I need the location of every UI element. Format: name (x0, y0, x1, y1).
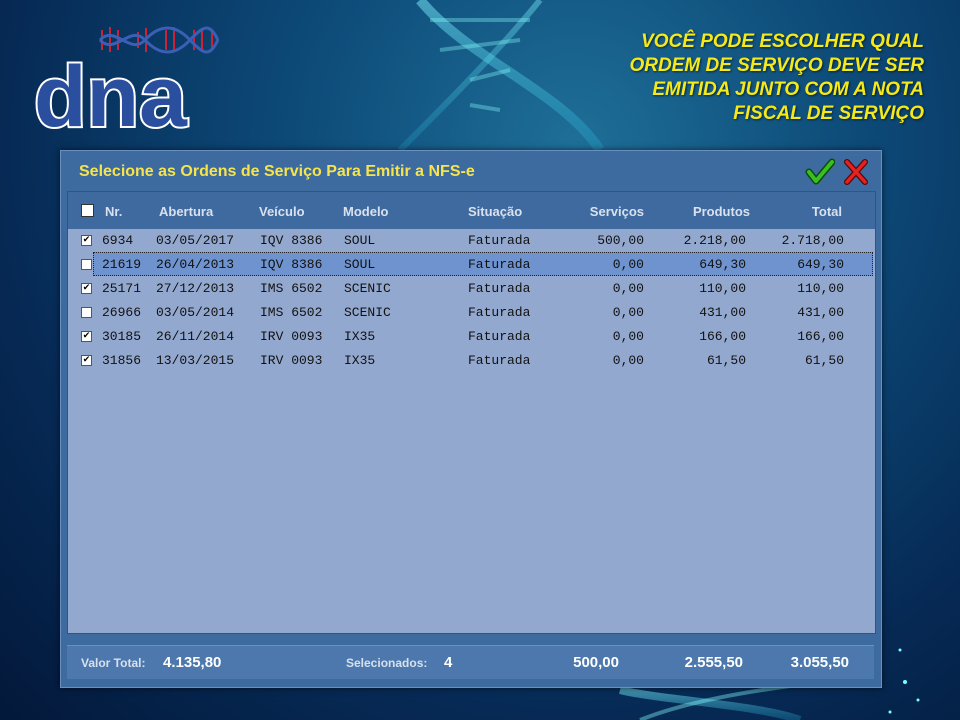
col-header-servicos[interactable]: Serviços (568, 204, 644, 219)
service-orders-grid: Nr. Abertura Veículo Modelo Situação Ser… (67, 191, 876, 634)
close-icon (844, 159, 868, 185)
selecionados-label: Selecionados: (346, 656, 428, 670)
cell-abertura: 13/03/2015 (156, 353, 235, 368)
cell-total: 431,00 (797, 305, 844, 320)
col-header-situacao[interactable]: Situação (468, 204, 522, 219)
cell-nr: 25171 (102, 281, 142, 296)
cell-total: 166,00 (797, 329, 844, 344)
grid-header: Nr. Abertura Veículo Modelo Situação Ser… (68, 192, 875, 229)
col-header-total[interactable]: Total (768, 204, 842, 219)
col-header-modelo[interactable]: Modelo (343, 204, 389, 219)
cell-abertura: 27/12/2013 (156, 281, 235, 296)
checkmark-icon (805, 158, 836, 185)
row-checkbox[interactable]: ✔ (81, 355, 92, 366)
col-header-nr[interactable]: Nr. (105, 204, 122, 219)
table-row[interactable]: ✔ 6934 03/05/2017 IQV 8386 SOUL Faturada 500,0… (68, 228, 875, 252)
col-header-veiculo[interactable]: Veículo (259, 204, 305, 219)
table-row[interactable]: ✔ 30185 26/11/2014 IRV 0093 IX35 Faturada 0,00… (68, 324, 875, 348)
cell-servicos: 0,00 (612, 257, 644, 272)
cell-produtos: 110,00 (699, 281, 746, 296)
cell-servicos: 500,00 (597, 233, 644, 248)
row-checkbox[interactable]: ✔ (81, 235, 92, 246)
table-row[interactable]: ✔ 25171 27/12/2013 IMS 6502 SCENIC Faturada 0,… (68, 276, 875, 300)
totals-footer: Valor Total: 4.135,80 Selecionados: 4 50… (67, 645, 874, 679)
cell-situacao: Faturada (468, 281, 531, 296)
cell-situacao: Faturada (468, 305, 531, 320)
cell-produtos: 431,00 (699, 305, 746, 320)
cell-produtos: 649,30 (699, 257, 746, 272)
dialog-title: Selecione as Ordens de Serviço Para Emit… (79, 163, 475, 180)
cell-nr: 26966 (102, 305, 142, 320)
grand-total-value: 3.055,50 (790, 654, 849, 671)
cell-veiculo: IMS 6502 (260, 305, 323, 320)
cancel-button[interactable] (841, 157, 871, 187)
cell-produtos: 166,00 (699, 329, 746, 344)
cell-nr: 30185 (102, 329, 142, 344)
row-checkbox[interactable]: ✔ (81, 331, 92, 342)
cell-servicos: 0,00 (612, 353, 644, 368)
cell-veiculo: IRV 0093 (260, 329, 323, 344)
cell-modelo: IX35 (344, 329, 376, 344)
cell-situacao: Faturada (468, 329, 531, 344)
cell-total: 649,30 (797, 257, 844, 272)
select-all-checkbox[interactable] (81, 204, 94, 217)
cell-servicos: 0,00 (612, 329, 644, 344)
cell-modelo: SOUL (344, 233, 376, 248)
cell-situacao: Faturada (468, 353, 531, 368)
cell-nr: 31856 (102, 353, 142, 368)
cell-modelo: SOUL (344, 257, 376, 272)
produtos-total-value: 2.555,50 (684, 654, 743, 671)
selecionados-value: 4 (444, 654, 453, 671)
logo-text: dna (34, 49, 188, 137)
caption-line: VOCÊ PODE ESCOLHER QUAL (641, 31, 924, 52)
cell-produtos: 2.218,00 (683, 233, 746, 248)
service-order-dialog: Selecione as Ordens de Serviço Para Emit… (60, 150, 882, 688)
cell-total: 2.718,00 (781, 233, 844, 248)
cell-modelo: SCENIC (344, 281, 391, 296)
dna-logo: dna (32, 26, 220, 137)
cell-servicos: 0,00 (612, 281, 644, 296)
cell-abertura: 26/11/2014 (156, 329, 235, 344)
cell-total: 110,00 (797, 281, 844, 296)
cell-situacao: Faturada (468, 257, 531, 272)
cell-veiculo: IQV 8386 (260, 257, 323, 272)
cell-veiculo: IQV 8386 (260, 233, 323, 248)
col-header-produtos[interactable]: Produtos (668, 204, 750, 219)
caption-line: FISCAL DE SERVIÇO (733, 103, 924, 124)
table-row[interactable]: ✔ 31856 13/03/2015 IRV 0093 IX35 Faturada 0,00… (68, 348, 875, 372)
row-checkbox[interactable]: ✔ (81, 283, 92, 294)
cell-servicos: 0,00 (612, 305, 644, 320)
confirm-button[interactable] (805, 157, 836, 187)
cell-total: 61,50 (804, 353, 844, 368)
row-checkbox[interactable] (81, 259, 92, 270)
cell-veiculo: IRV 0093 (260, 353, 323, 368)
caption-line: ORDEM DE SERVIÇO DEVE SER (629, 55, 924, 76)
cell-nr: 21619 (102, 257, 142, 272)
col-header-abertura[interactable]: Abertura (159, 204, 213, 219)
cell-abertura: 26/04/2013 (156, 257, 235, 272)
cell-veiculo: IMS 6502 (260, 281, 323, 296)
valor-total-label: Valor Total: (81, 656, 146, 670)
servicos-total-value: 500,00 (573, 654, 619, 671)
table-row[interactable]: 26966 03/05/2014 IMS 6502 SCENIC Faturada 0,0… (68, 300, 875, 324)
cell-abertura: 03/05/2017 (156, 233, 235, 248)
cell-produtos: 61,50 (706, 353, 746, 368)
cell-modelo: SCENIC (344, 305, 391, 320)
caption-line: EMITIDA JUNTO COM A NOTA (652, 79, 924, 100)
row-checkbox[interactable] (81, 307, 92, 318)
cell-abertura: 03/05/2014 (156, 305, 235, 320)
valor-total-value: 4.135,80 (163, 654, 222, 671)
cell-nr: 6934 (102, 233, 134, 248)
table-row[interactable]: 21619 26/04/2013 IQV 8386 SOUL Faturada 0,00 6… (81, 252, 873, 276)
promo-caption: VOCÊ PODE ESCOLHER QUAL ORDEM DE SERVIÇO… (504, 30, 924, 126)
cell-situacao: Faturada (468, 233, 531, 248)
cell-modelo: IX35 (344, 353, 376, 368)
